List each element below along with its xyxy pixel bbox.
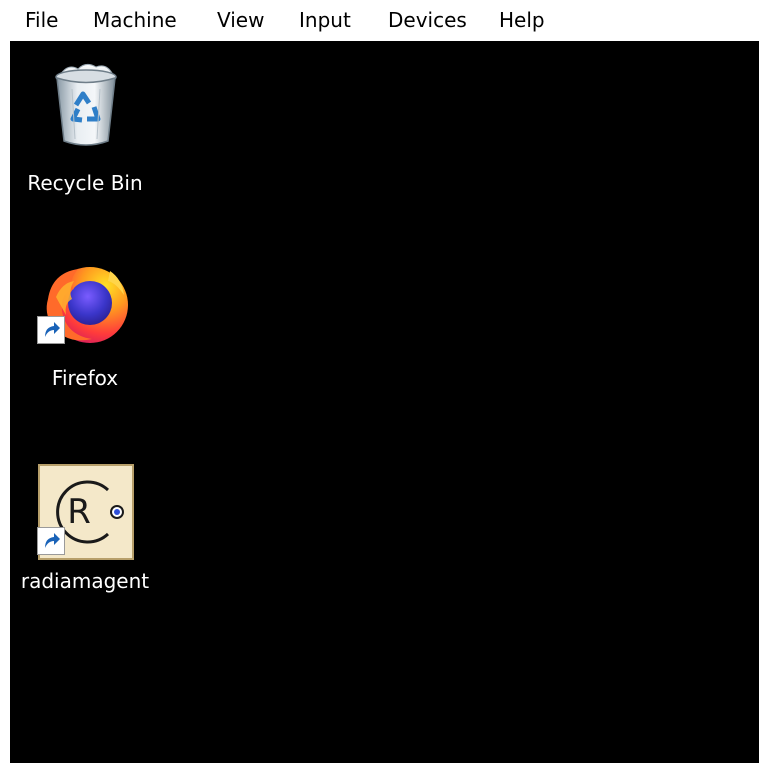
menu-machine[interactable]: Machine bbox=[93, 6, 177, 34]
menu-file[interactable]: File bbox=[25, 6, 58, 34]
desktop-icon-radiamagent[interactable]: R radiamagent bbox=[10, 461, 160, 601]
menu-view[interactable]: View bbox=[217, 6, 264, 34]
desktop-icon-firefox[interactable]: Firefox bbox=[10, 256, 160, 396]
window-frame-left bbox=[0, 41, 10, 763]
shortcut-arrow-icon bbox=[37, 527, 65, 555]
desktop-icon-label: Firefox bbox=[51, 366, 119, 390]
recycle-bin-icon bbox=[55, 63, 117, 146]
menu-bar: File Machine View Input Devices Help bbox=[0, 0, 759, 41]
menu-devices[interactable]: Devices bbox=[388, 6, 467, 34]
desktop-icon-recycle-bin[interactable]: Recycle Bin bbox=[10, 51, 160, 195]
desktop-icon-label: radiamagent bbox=[20, 569, 150, 593]
desktop-icon-label: Recycle Bin bbox=[27, 171, 143, 195]
menu-help[interactable]: Help bbox=[499, 6, 545, 34]
svg-text:R: R bbox=[67, 492, 91, 532]
desktop[interactable]: Recycle Bin Firefox R radiamagent bbox=[10, 41, 759, 763]
shortcut-arrow-icon bbox=[37, 316, 65, 344]
menu-input[interactable]: Input bbox=[299, 6, 351, 34]
